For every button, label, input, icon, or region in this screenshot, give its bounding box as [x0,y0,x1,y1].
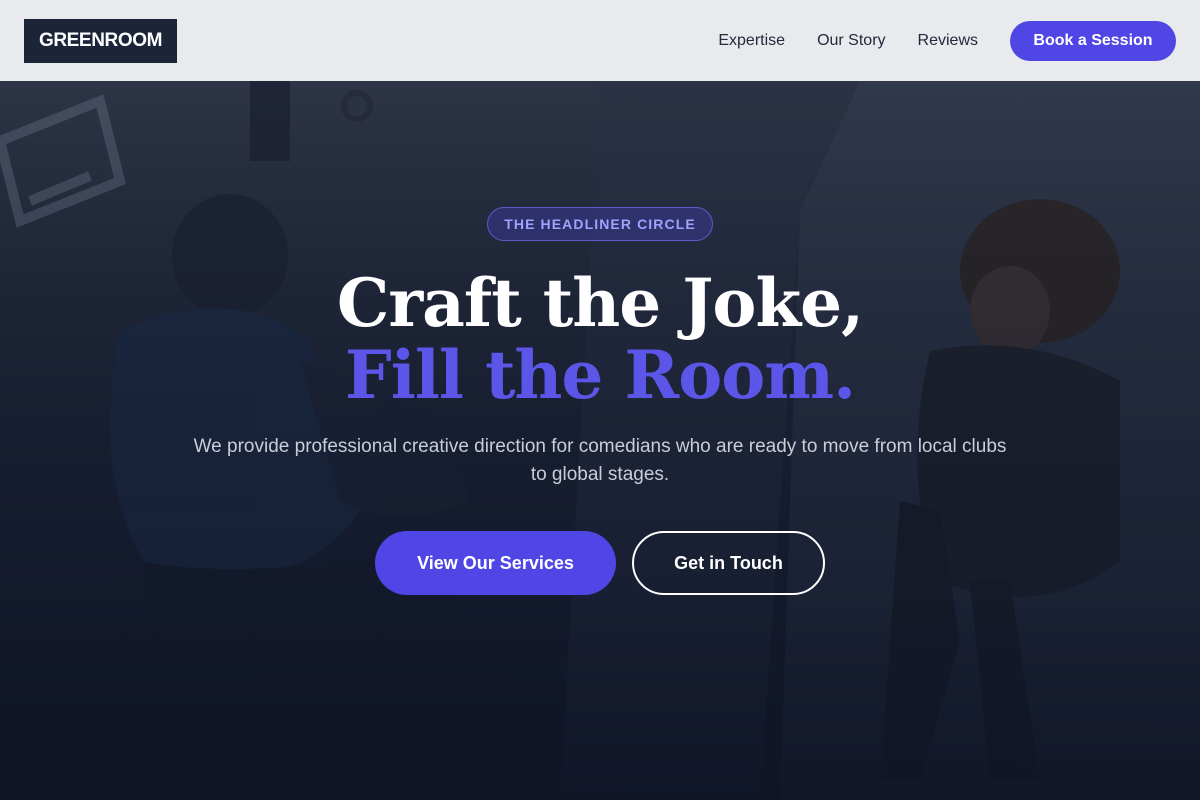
hero-badge: THE HEADLINER CIRCLE [487,207,713,241]
view-services-button[interactable]: View Our Services [375,531,616,595]
nav-link-reviews[interactable]: Reviews [918,32,978,50]
nav-link-expertise[interactable]: Expertise [718,32,785,50]
hero-cta-row: View Our Services Get in Touch [375,531,825,595]
logo[interactable]: GREENROOM [24,18,177,63]
site-header: GREENROOM Expertise Our Story Reviews Bo… [0,0,1200,81]
hero-content: THE HEADLINER CIRCLE Craft the Joke, Fil… [0,207,1200,595]
headline-line-2: Fill the Room. [344,336,856,414]
headline-line-1: Craft the Joke, [336,264,864,342]
main-nav: Expertise Our Story Reviews Book a Sessi… [718,20,1176,61]
book-session-button[interactable]: Book a Session [1010,20,1176,61]
hero-headline: Craft the Joke, Fill the Room. [336,264,864,414]
get-in-touch-button[interactable]: Get in Touch [632,531,825,595]
hero-subtext: We provide professional creative directi… [193,436,1007,485]
nav-link-our-story[interactable]: Our Story [817,32,885,50]
hero-section: THE HEADLINER CIRCLE Craft the Joke, Fil… [0,81,1200,800]
landing-page: GREENROOM Expertise Our Story Reviews Bo… [0,0,1200,800]
